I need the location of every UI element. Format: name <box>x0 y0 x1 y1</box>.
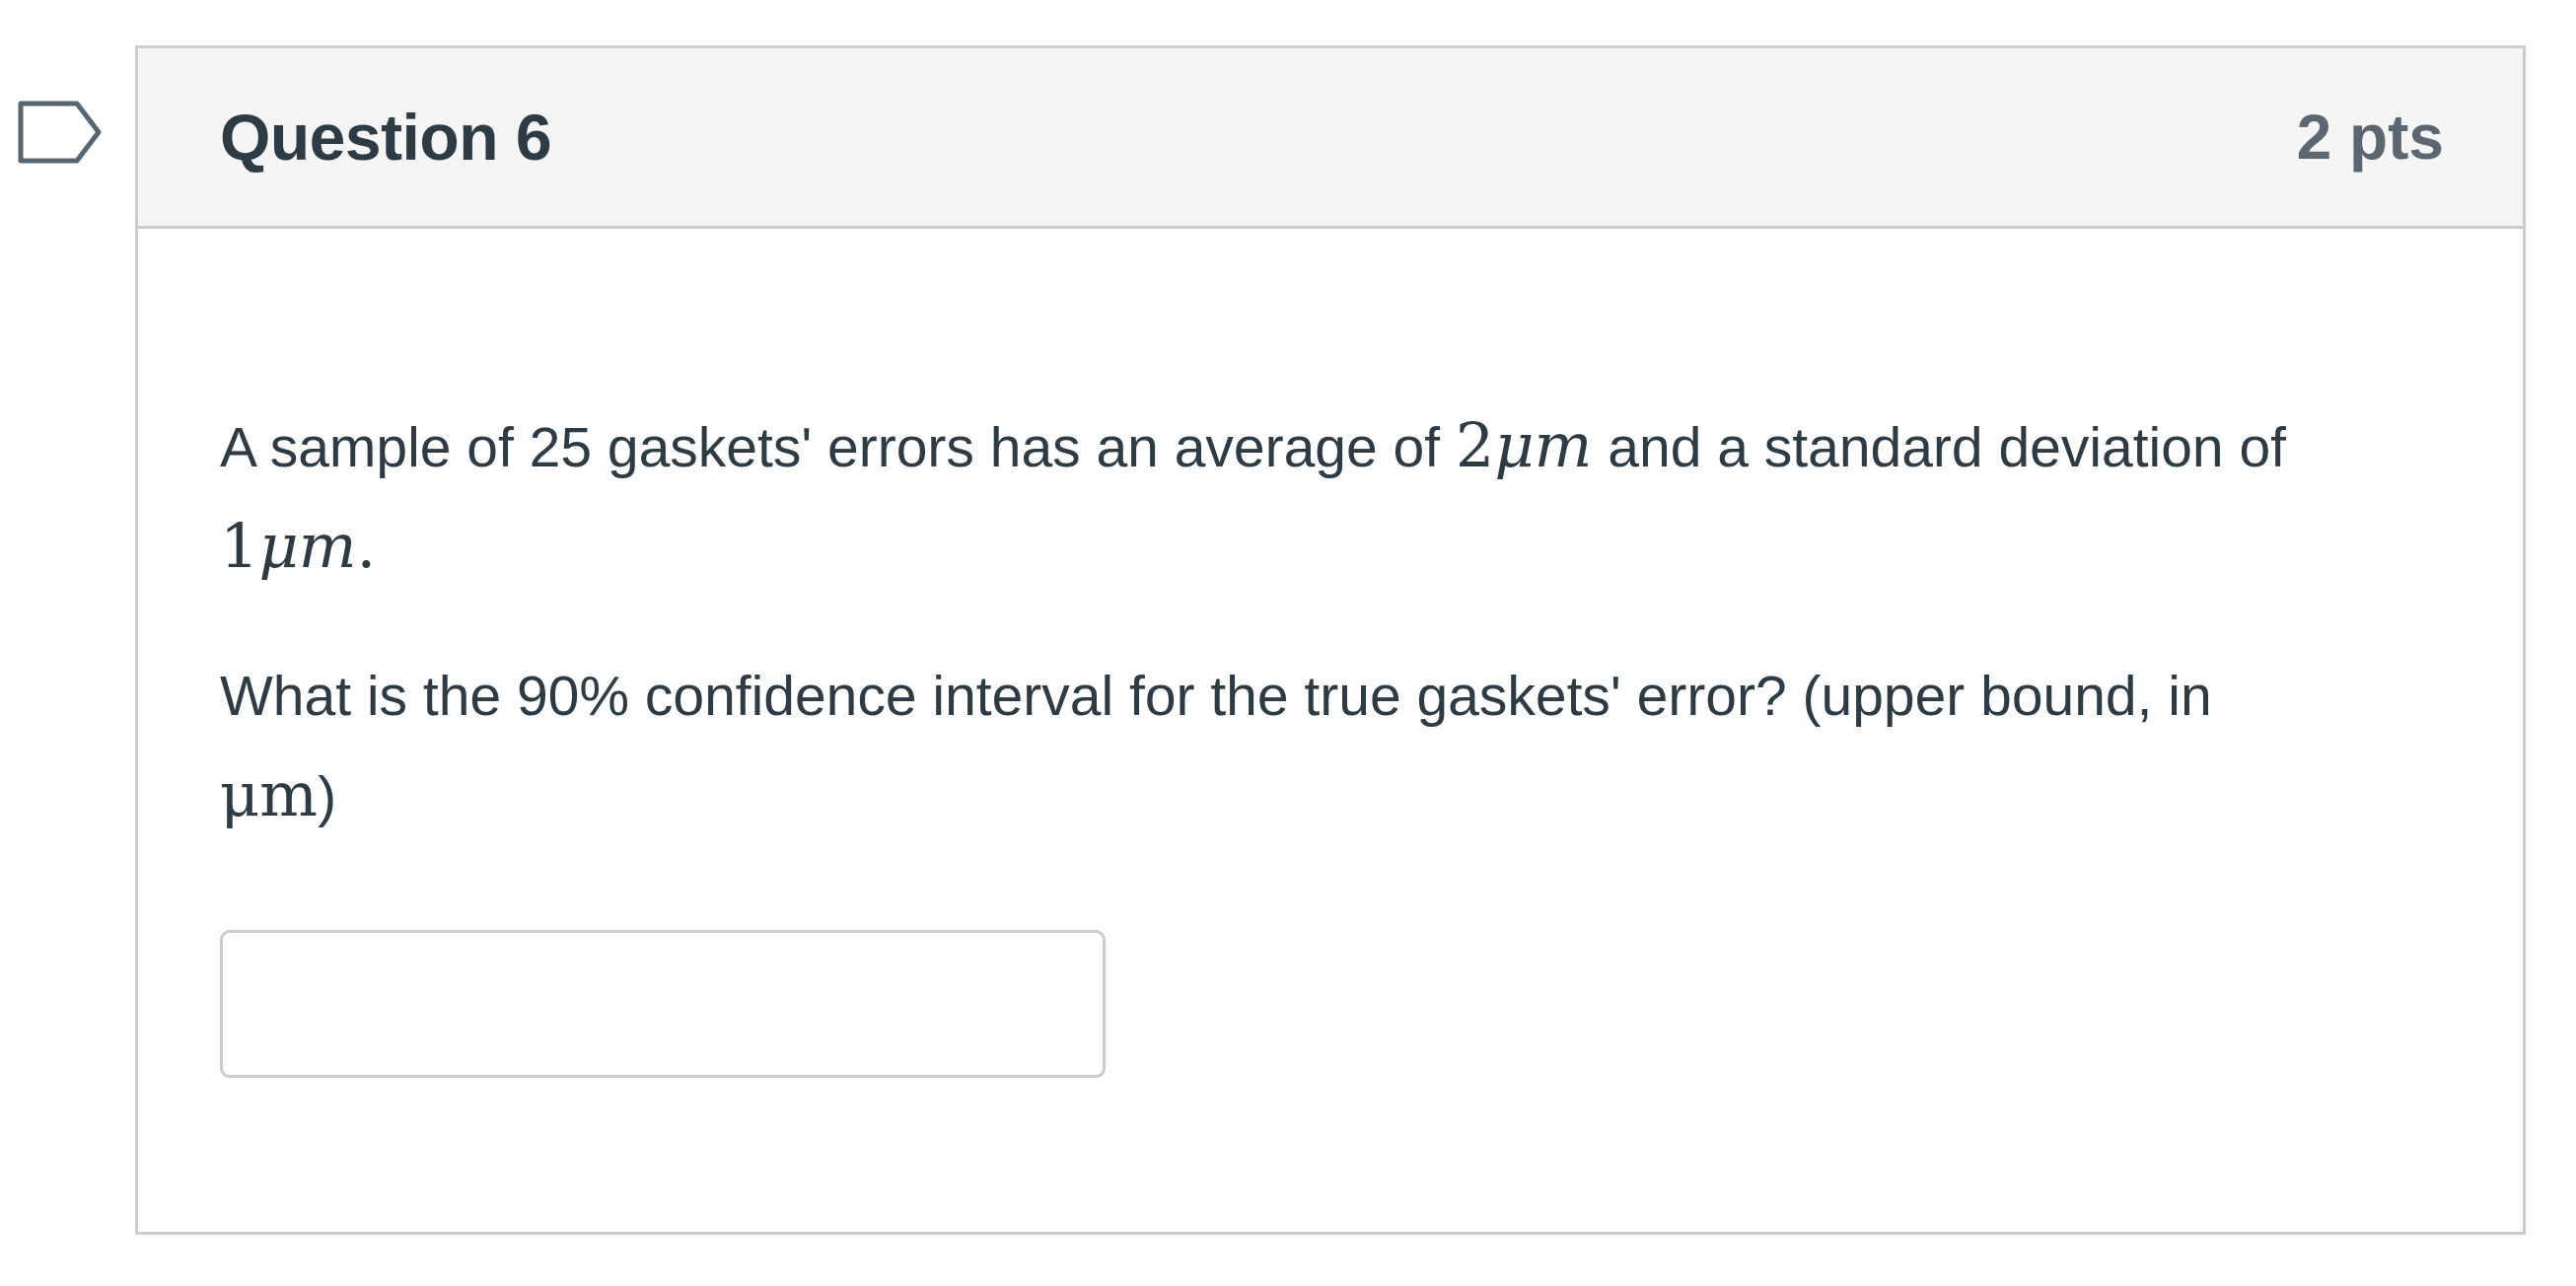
flag-question-icon[interactable] <box>18 101 103 164</box>
paragraph-2-close-paren: ) <box>318 765 337 828</box>
std-value-math: 1μm. <box>220 510 376 582</box>
std-number: 1 <box>220 510 259 582</box>
question-text: A sample of 25 gaskets' errors has an av… <box>220 396 2444 846</box>
question-title: Question 6 <box>220 101 552 174</box>
question-paragraph-2: What is the 90% confidence interval for … <box>220 647 2444 846</box>
paragraph-1-period: . <box>356 510 377 582</box>
question-body: A sample of 25 gaskets' errors has an av… <box>138 229 2523 1078</box>
question-paragraph-1: A sample of 25 gaskets' errors has an av… <box>220 396 2444 598</box>
answer-unit-math: μm <box>220 758 319 830</box>
answer-input[interactable] <box>220 930 1106 1078</box>
question-points: 2 pts <box>2296 102 2444 173</box>
average-number: 2 <box>1455 409 1495 481</box>
question-header: Question 6 2 pts <box>138 48 2523 229</box>
paragraph-2-text: What is the 90% confidence interval for … <box>220 665 2212 728</box>
paragraph-1-lead-text: A sample of 25 gaskets' errors has an av… <box>220 416 1456 479</box>
average-value-math: 2μm <box>1456 409 1593 481</box>
question-card: Question 6 2 pts A sample of 25 gaskets'… <box>135 45 2526 1235</box>
std-unit: μm <box>258 510 357 582</box>
average-unit: μm <box>1494 409 1593 481</box>
paragraph-1-middle-text: and a standard deviation of <box>1592 416 2286 479</box>
